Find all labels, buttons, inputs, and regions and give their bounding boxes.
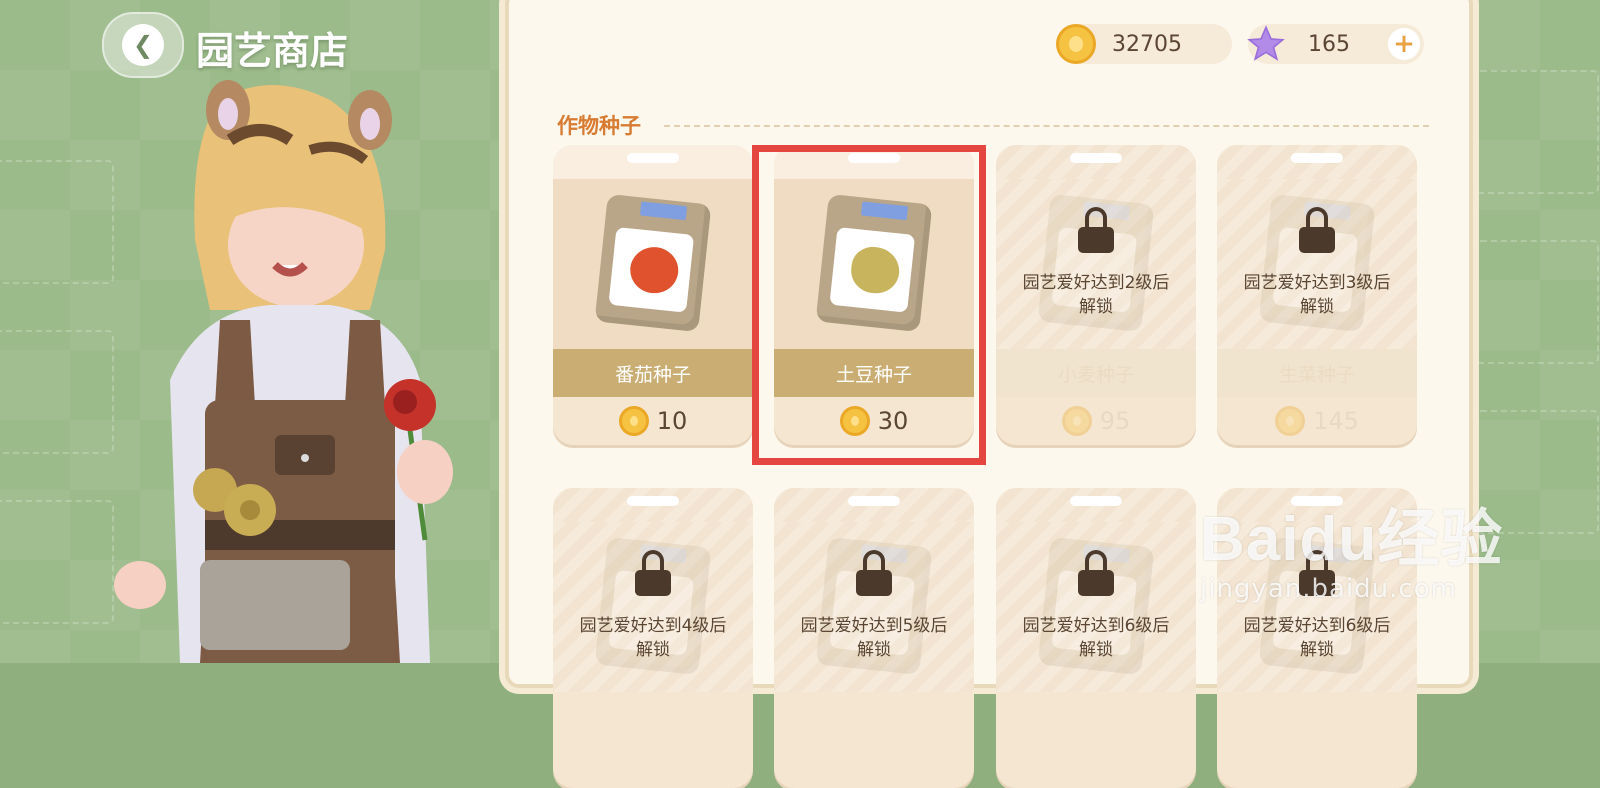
- shopkeeper-character: [114, 80, 453, 663]
- item-name: 番茄种子: [553, 349, 753, 397]
- unlock-requirement: 园艺爱好达到4级后 解锁: [579, 616, 727, 660]
- chevron-left-icon: ❮: [122, 24, 164, 66]
- item-name: 小麦种子: [996, 349, 1196, 397]
- card-hanger: [1070, 153, 1122, 163]
- page-title: 园艺商店: [196, 29, 349, 73]
- card-hanger: [1070, 496, 1122, 506]
- coin-counter: 32705: [1056, 24, 1232, 64]
- lock-icon: [1078, 550, 1114, 596]
- watermark-url: jingyan.baidu.com: [1200, 574, 1457, 604]
- unlock-requirement: 园艺爱好达到5级后 解锁: [800, 616, 948, 660]
- unlock-requirement: 园艺爱好达到6级后 解锁: [1022, 616, 1170, 660]
- card-hanger: [1291, 153, 1343, 163]
- coin-icon: [618, 406, 649, 436]
- card-hanger: [627, 153, 679, 163]
- shop-item-locked-6[interactable]: 园艺爱好达到6级后 解锁: [996, 488, 1196, 788]
- shop-item-locked-5[interactable]: 园艺爱好达到5级后 解锁: [774, 488, 974, 788]
- lock-icon: [1078, 207, 1114, 253]
- back-button[interactable]: ❮: [102, 12, 184, 78]
- shop-item-locked-4[interactable]: 园艺爱好达到4级后 解锁: [553, 488, 753, 788]
- highlight-box: [752, 145, 986, 465]
- lock-icon: [635, 550, 671, 596]
- item-price: 95: [996, 397, 1196, 445]
- section-title: 作物种子: [557, 114, 641, 138]
- item-price: 10: [553, 397, 753, 445]
- unlock-requirement: 园艺爱好达到6级后 解锁: [1243, 616, 1391, 660]
- card-hanger: [848, 496, 900, 506]
- baidu-watermark: Baidu经验 jingyan.baidu.com: [1200, 488, 1503, 604]
- star-counter: 165 +: [1246, 24, 1424, 64]
- lock-icon: [856, 550, 892, 596]
- shop-item-lettuce-seed[interactable]: 园艺爱好达到3级后 解锁 生菜种子 145: [1217, 145, 1417, 445]
- tomato-seed-bag-icon: [594, 193, 712, 333]
- star-icon: [1246, 24, 1286, 64]
- unlock-requirement: 园艺爱好达到3级后 解锁: [1243, 273, 1391, 317]
- add-stars-button[interactable]: +: [1388, 28, 1420, 60]
- unlock-requirement: 园艺爱好达到2级后 解锁: [1022, 273, 1170, 317]
- shop-item-tomato-seed[interactable]: 番茄种子 10: [553, 145, 753, 445]
- card-hanger: [627, 496, 679, 506]
- shop-item-wheat-seed[interactable]: 园艺爱好达到2级后 解锁 小麦种子 95: [996, 145, 1196, 445]
- lock-icon: [1299, 207, 1335, 253]
- coin-icon: [1061, 406, 1092, 436]
- coin-amount: 32705: [1112, 31, 1182, 57]
- watermark-main: Baidu经验: [1200, 505, 1504, 574]
- coin-icon: [1275, 406, 1306, 436]
- item-name: 生菜种子: [1217, 349, 1417, 397]
- section-divider: [664, 125, 1429, 127]
- item-price: 145: [1217, 397, 1417, 445]
- star-amount: 165: [1308, 31, 1350, 57]
- coin-icon: [1056, 24, 1096, 64]
